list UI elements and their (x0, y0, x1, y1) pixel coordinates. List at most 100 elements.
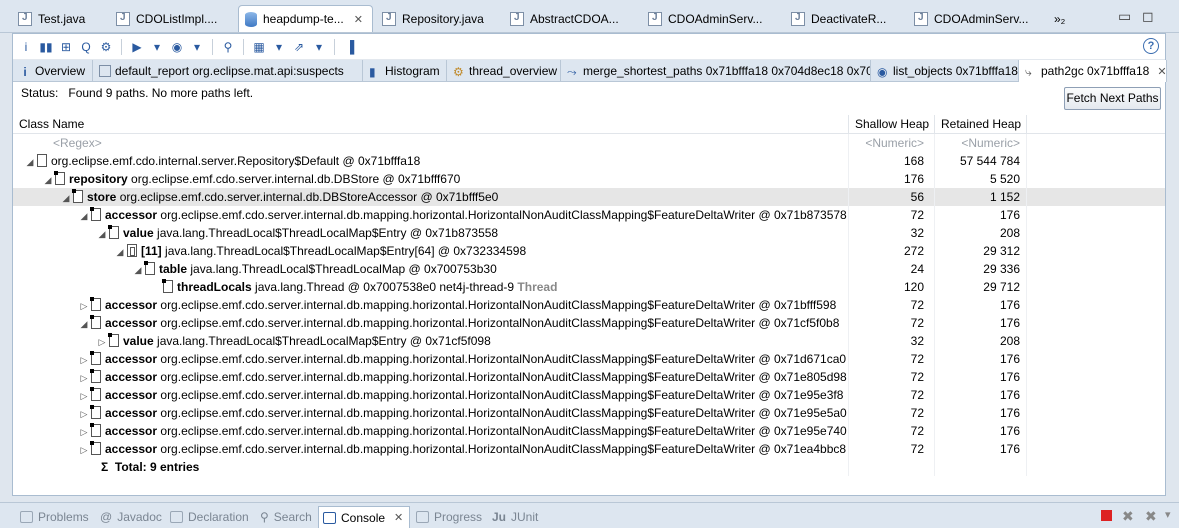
histogram-icon[interactable]: ▮▮ (37, 38, 55, 56)
table-row[interactable]: ▷ accessor org.eclipse.emf.cdo.server.int… (13, 296, 1165, 314)
table-row[interactable]: ▷ accessor org.eclipse.emf.cdo.server.int… (13, 350, 1165, 368)
run-report-icon[interactable]: ▶ (128, 38, 146, 56)
table-row[interactable]: ▷ accessor org.eclipse.emf.cdo.server.int… (13, 422, 1165, 440)
object-icon (37, 154, 47, 167)
expand-icon[interactable]: ▷ (79, 441, 89, 458)
collapse-icon[interactable]: ◢ (61, 189, 71, 206)
table-row[interactable]: ◢ accessor org.eclipse.emf.cdo.server.int… (13, 206, 1165, 224)
column-class-name[interactable]: Class Name (13, 115, 849, 133)
table-row[interactable]: ▷ value java.lang.ThreadLocal$ThreadLocal… (13, 332, 1165, 350)
collapse-icon[interactable]: ◢ (25, 153, 35, 170)
tab-problems[interactable]: Problems (16, 506, 89, 528)
retained-heap-cell: 29 336 (935, 260, 1027, 278)
editor-tab-heapdump[interactable]: heapdump-te... ✕ (238, 5, 373, 32)
class-name: org.eclipse.emf.cdo.server.internal.db.m… (160, 370, 847, 384)
retained-heap-cell: 176 (935, 422, 1027, 440)
table-row[interactable]: ◢ org.eclipse.emf.cdo.internal.server.Rep… (13, 152, 1165, 170)
regex-filter-input[interactable]: <Regex> (13, 134, 849, 152)
tab-junit[interactable]: Ju JUnit (488, 506, 538, 528)
tab-thread-overview[interactable]: ⚙ thread_overview (447, 60, 561, 82)
query-browser-icon[interactable]: ◉ (168, 38, 186, 56)
shallow-filter-input[interactable]: <Numeric> (849, 134, 935, 152)
editor-tab-cdoadminserv-1[interactable]: CDOAdminServ... (642, 5, 782, 32)
editor-toolbar: i ▮▮ ⊞ Q ⚙ ▶ ▾ ◉ ▾ ⚲ ▦ ▾ ⇗ ▾ ▐ (13, 34, 1165, 60)
total-label: Total: 9 entries (114, 460, 200, 474)
table-row[interactable]: ▷ accessor org.eclipse.emf.cdo.server.int… (13, 368, 1165, 386)
column-shallow-heap[interactable]: Shallow Heap (849, 115, 935, 133)
tab-merge-shortest-paths[interactable]: ⤳ merge_shortest_paths 0x71bfffa18 0x704d… (561, 60, 871, 82)
oql-icon[interactable]: Q (77, 38, 95, 56)
expand-icon[interactable]: ▷ (79, 351, 89, 368)
tab-javadoc[interactable]: @ Javadoc (96, 506, 162, 528)
collapse-icon[interactable]: ◢ (79, 207, 89, 224)
close-tab-icon[interactable]: ✕ (354, 13, 363, 26)
field-name: threadLocals (177, 280, 252, 294)
table-row[interactable]: ◢ repository org.eclipse.emf.cdo.server.i… (13, 170, 1165, 188)
chart-icon[interactable]: ▐ (341, 38, 359, 56)
terminate-icon[interactable] (1101, 510, 1112, 521)
collapse-icon[interactable]: ◢ (79, 315, 89, 332)
tab-overflow[interactable]: »₂ (1048, 5, 1078, 32)
tab-search[interactable]: ⚲ Search (256, 506, 312, 528)
maximize-icon[interactable]: ◻ (1142, 8, 1154, 25)
editor-tab-repository[interactable]: Repository.java (376, 5, 501, 32)
class-name: java.lang.Thread @ 0x7007538e0 net4j-thr… (255, 280, 515, 294)
tab-console[interactable]: Console ✕ (318, 506, 411, 528)
expand-icon[interactable]: ▷ (79, 369, 89, 386)
close-tab-icon[interactable]: ✕ (1157, 65, 1166, 78)
dropdown-icon[interactable]: ▾ (310, 38, 328, 56)
remove-launch-icon[interactable]: ✖ (1122, 508, 1134, 525)
expand-icon[interactable]: ▷ (79, 387, 89, 404)
calculator-icon[interactable]: ▦ (250, 38, 268, 56)
help-icon[interactable]: ? (1143, 38, 1159, 54)
export-icon[interactable]: ⇗ (290, 38, 308, 56)
editor-tab-deactivater[interactable]: DeactivateR... (785, 5, 905, 32)
close-tab-icon[interactable]: ✕ (394, 511, 403, 524)
dropdown-icon[interactable]: ▾ (188, 38, 206, 56)
tab-default-report[interactable]: default_report org.eclipse.mat.api:suspe… (93, 60, 363, 82)
retained-heap-cell: 208 (935, 332, 1027, 350)
editor-tab-cdolistimpl[interactable]: CDOListImpl.... (110, 5, 235, 32)
tab-declaration[interactable]: Declaration (166, 506, 249, 528)
remove-all-icon[interactable]: ✖ (1145, 508, 1157, 525)
tab-progress[interactable]: Progress (412, 506, 482, 528)
field-name: accessor (105, 406, 158, 420)
table-row[interactable]: ▷ accessor org.eclipse.emf.cdo.server.int… (13, 386, 1165, 404)
console-options-icon[interactable]: ▾ (1165, 508, 1171, 521)
editor-tab-abstractcdoa[interactable]: AbstractCDOA... (504, 5, 639, 32)
table-row[interactable]: threadLocals java.lang.Thread @ 0x700753… (13, 278, 1165, 296)
settings-icon[interactable]: ⚙ (97, 38, 115, 56)
expand-icon[interactable]: ▷ (97, 333, 107, 350)
collapse-icon[interactable]: ◢ (97, 225, 107, 242)
search-icon[interactable]: ⚲ (219, 38, 237, 56)
editor-tab-test[interactable]: Test.java (12, 5, 107, 32)
expand-icon[interactable]: ▷ (79, 405, 89, 422)
table-row[interactable]: ◢ [11] java.lang.ThreadLocal$ThreadLocalM… (13, 242, 1165, 260)
table-row[interactable]: ▷ accessor org.eclipse.emf.cdo.server.int… (13, 404, 1165, 422)
column-retained-heap[interactable]: Retained Heap (935, 115, 1027, 133)
table-row[interactable]: ◢ value java.lang.ThreadLocal$ThreadLocal… (13, 224, 1165, 242)
fetch-next-paths-button[interactable]: Fetch Next Paths (1064, 87, 1161, 110)
tab-list-objects[interactable]: ◉ list_objects 0x71bfffa18 (871, 60, 1019, 82)
dropdown-icon[interactable]: ▾ (148, 38, 166, 56)
tab-path2gc[interactable]: ⤷ path2gc 0x71bfffa18 ✕ (1019, 60, 1167, 82)
dropdown-icon[interactable]: ▾ (270, 38, 288, 56)
collapse-icon[interactable]: ◢ (43, 171, 53, 188)
table-row[interactable]: ◢ accessor org.eclipse.emf.cdo.server.int… (13, 314, 1165, 332)
field-name: [11] (141, 244, 162, 258)
collapse-icon[interactable]: ◢ (133, 261, 143, 278)
tab-overview[interactable]: i Overview (13, 60, 93, 82)
shallow-heap-cell: 72 (849, 206, 935, 224)
tab-histogram[interactable]: ▮ Histogram (363, 60, 447, 82)
table-row[interactable]: ◢ table java.lang.ThreadLocal$ThreadLocal… (13, 260, 1165, 278)
info-icon[interactable]: i (17, 38, 35, 56)
retained-filter-input[interactable]: <Numeric> (935, 134, 1027, 152)
table-row[interactable]: ◢ store org.eclipse.emf.cdo.server.intern… (13, 188, 1165, 206)
editor-tab-cdoadminserv-2[interactable]: CDOAdminServ... (908, 5, 1038, 32)
collapse-icon[interactable]: ◢ (115, 243, 125, 260)
expand-icon[interactable]: ▷ (79, 423, 89, 440)
minimize-icon[interactable]: ▭ (1118, 8, 1131, 25)
expand-icon[interactable]: ▷ (79, 297, 89, 314)
dominator-tree-icon[interactable]: ⊞ (57, 38, 75, 56)
table-row[interactable]: ▷ accessor org.eclipse.emf.cdo.server.int… (13, 440, 1165, 458)
